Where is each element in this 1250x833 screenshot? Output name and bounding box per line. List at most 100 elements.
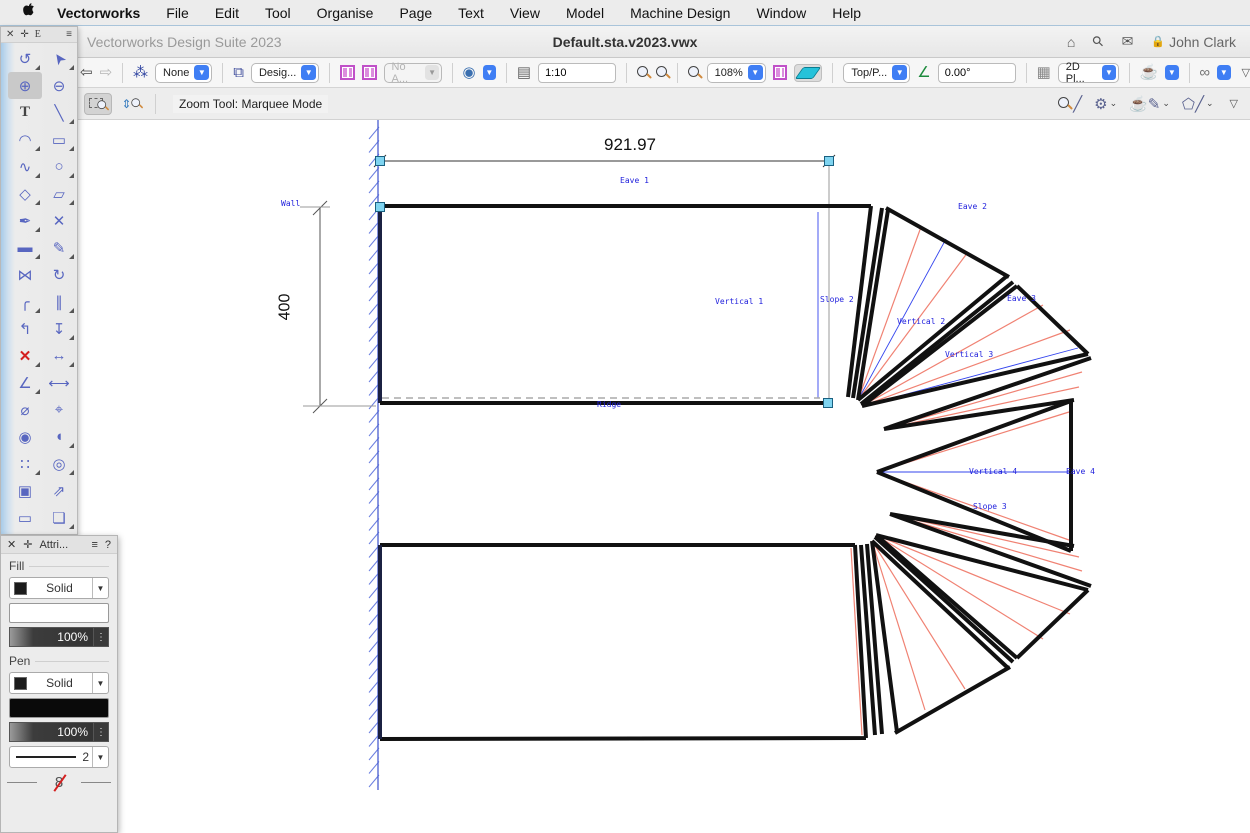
eraser-tool[interactable]: ▬ xyxy=(8,234,42,261)
menu-item-view[interactable]: View xyxy=(497,5,553,21)
corner-tool[interactable]: ↰ xyxy=(8,315,42,342)
fill-style-dropdown[interactable]: Solid ▼ xyxy=(9,577,109,599)
interactive-zoom-button[interactable]: ⇕ xyxy=(118,93,146,115)
fit-objects-icon[interactable] xyxy=(656,66,668,79)
back-arrow-icon[interactable]: ⇦ xyxy=(80,65,93,80)
fill-opacity-slider[interactable]: 100% ⋮ xyxy=(9,627,109,647)
circle-tool[interactable]: ○ xyxy=(42,153,76,180)
flyover-tool[interactable]: ↺ xyxy=(8,45,42,72)
scale-icon[interactable]: ▤ xyxy=(517,65,531,80)
3d-glasses-icon[interactable]: ∞ xyxy=(1199,65,1210,80)
line-weight-dropdown[interactable]: 2 ▼ xyxy=(9,746,109,768)
home-icon[interactable]: ⌂ xyxy=(1067,34,1075,50)
linear-dimension-tool[interactable]: ⟷ xyxy=(42,369,76,396)
protractor-tool[interactable]: ◖ xyxy=(42,423,76,450)
menu-icon[interactable]: ≡ xyxy=(66,29,72,40)
zoom-line-thickness-button[interactable]: ╱ xyxy=(1058,95,1082,113)
fillet-tool[interactable]: ╭ xyxy=(8,288,42,315)
mail-icon[interactable]: ✉ xyxy=(1122,33,1134,50)
knife-tool[interactable]: ✒ xyxy=(8,207,42,234)
leader-line-tool[interactable]: ⇗ xyxy=(42,477,76,504)
view-dropdown[interactable]: Top/P... ▼ xyxy=(843,63,910,83)
mirror-tool[interactable]: ⋈ xyxy=(8,261,42,288)
tool-preferences-button[interactable]: ⚙⌄ xyxy=(1094,95,1117,113)
saved-view-icon[interactable] xyxy=(340,65,355,80)
marquee-mode-button[interactable] xyxy=(84,93,112,115)
menu-item-machine-design[interactable]: Machine Design xyxy=(617,5,743,21)
rotation-angle-icon[interactable]: ∠ xyxy=(917,65,930,80)
glasses-dropdown[interactable]: ▼ xyxy=(1217,65,1230,80)
dimension-height[interactable] xyxy=(300,201,376,413)
duplicate-tool[interactable]: ❏ xyxy=(42,504,76,531)
user-account[interactable]: 🔒 John Clark xyxy=(1151,34,1236,50)
help-icon[interactable]: ? xyxy=(105,539,111,551)
forward-arrow-icon[interactable]: ⇨ xyxy=(100,65,113,80)
dock-icon[interactable]: E xyxy=(35,29,41,40)
modebar-collapse-icon[interactable]: ▽ xyxy=(1230,97,1238,110)
pen-style-dropdown[interactable]: Solid ▼ xyxy=(9,672,109,694)
menu-item-vectorworks[interactable]: Vectorworks xyxy=(44,5,153,21)
dimension-width[interactable] xyxy=(374,155,835,398)
grid-settings-icon[interactable]: ▦ xyxy=(1037,65,1051,80)
angle-dimension-tool[interactable]: ∠ xyxy=(8,369,42,396)
no-marker-icon[interactable]: 8 xyxy=(52,774,66,791)
menu-item-page[interactable]: Page xyxy=(386,5,445,21)
center-mark-tool[interactable]: ⌖ xyxy=(42,396,76,423)
split-tool[interactable]: ✕ xyxy=(42,207,76,234)
toolbar-collapse-icon[interactable]: ▽ xyxy=(1242,66,1250,79)
holes-tool[interactable]: ∷ xyxy=(8,450,42,477)
drawing-canvas[interactable]: WallEave 1Eave 2Vertical 1Slope 2Vertica… xyxy=(0,120,1250,833)
selection-tool[interactable]: ➤ xyxy=(42,45,76,72)
menu-item-tool[interactable]: Tool xyxy=(252,5,304,21)
layers-icon[interactable]: ⧉ xyxy=(233,65,244,80)
menu-item-window[interactable]: Window xyxy=(743,5,819,21)
class-network-icon[interactable]: ⁂ xyxy=(133,65,148,80)
text-tool[interactable]: T xyxy=(8,99,42,126)
menu-item-file[interactable]: File xyxy=(153,5,202,21)
start-marker-button[interactable] xyxy=(7,782,37,784)
apple-menu-icon[interactable] xyxy=(14,3,44,22)
render-dropdown[interactable]: ▼ xyxy=(1165,65,1178,80)
plane-dropdown[interactable]: 2D Pl... ▼ xyxy=(1058,63,1119,83)
drilling-tool[interactable]: ◉ xyxy=(8,423,42,450)
visibility-dropdown[interactable]: ▼ xyxy=(483,65,496,80)
rotate-tool[interactable]: ↻ xyxy=(42,261,76,288)
zoom-level-dropdown[interactable]: 108% ▼ xyxy=(707,63,766,83)
freeform-tool[interactable]: ∿ xyxy=(8,153,42,180)
menu-icon[interactable]: ≡ xyxy=(91,539,97,551)
fill-color-swatch[interactable] xyxy=(9,603,109,623)
delete-tool[interactable]: ✕ xyxy=(8,342,42,369)
extract-tool[interactable]: ↧ xyxy=(42,315,76,342)
roof-panel-drawing[interactable] xyxy=(0,0,1250,833)
design-layer-dropdown[interactable]: Desig... ▼ xyxy=(251,63,319,83)
pen-opacity-slider[interactable]: 100% ⋮ xyxy=(9,722,109,742)
window-panes-icon[interactable] xyxy=(773,65,788,80)
line-tool[interactable]: ╲ xyxy=(42,99,76,126)
arc-tool[interactable]: ◠ xyxy=(8,126,42,153)
selection-handles[interactable] xyxy=(376,157,834,408)
menu-item-text[interactable]: Text xyxy=(445,5,497,21)
saved-view-alt-icon[interactable] xyxy=(362,65,377,80)
offset-tool[interactable]: ∥ xyxy=(42,288,76,315)
end-marker-button[interactable] xyxy=(81,782,111,784)
opacity-options-icon[interactable]: ⋮ xyxy=(94,722,109,742)
zoom-out-tool[interactable]: ⊖ xyxy=(42,72,76,99)
move-icon[interactable]: ✛ xyxy=(23,538,32,551)
frame-select-tool[interactable]: ▣ xyxy=(8,477,42,504)
diameter-dimension-tool[interactable]: ⌀ xyxy=(8,396,42,423)
opacity-options-icon[interactable]: ⋮ xyxy=(94,627,109,647)
target-tool[interactable]: ◎ xyxy=(42,450,76,477)
surface-options-button[interactable]: ⬠╱⌄ xyxy=(1182,95,1214,113)
menu-item-model[interactable]: Model xyxy=(553,5,617,21)
zoom-in-tool[interactable]: ⊕ xyxy=(8,72,42,99)
rotation-input[interactable] xyxy=(938,63,1016,83)
close-icon[interactable]: ✕ xyxy=(7,538,16,551)
scale-input[interactable] xyxy=(538,63,616,83)
move-icon[interactable]: ✛ xyxy=(20,29,28,40)
class-dropdown[interactable]: None ▼ xyxy=(155,63,212,83)
rectangle-tool[interactable]: ▭ xyxy=(42,126,76,153)
unified-view-button[interactable] xyxy=(794,64,822,82)
eyedropper-tool[interactable]: ✎ xyxy=(42,234,76,261)
stamp-tool[interactable]: ▭ xyxy=(8,504,42,531)
polygon-tool[interactable]: ◇ xyxy=(8,180,42,207)
